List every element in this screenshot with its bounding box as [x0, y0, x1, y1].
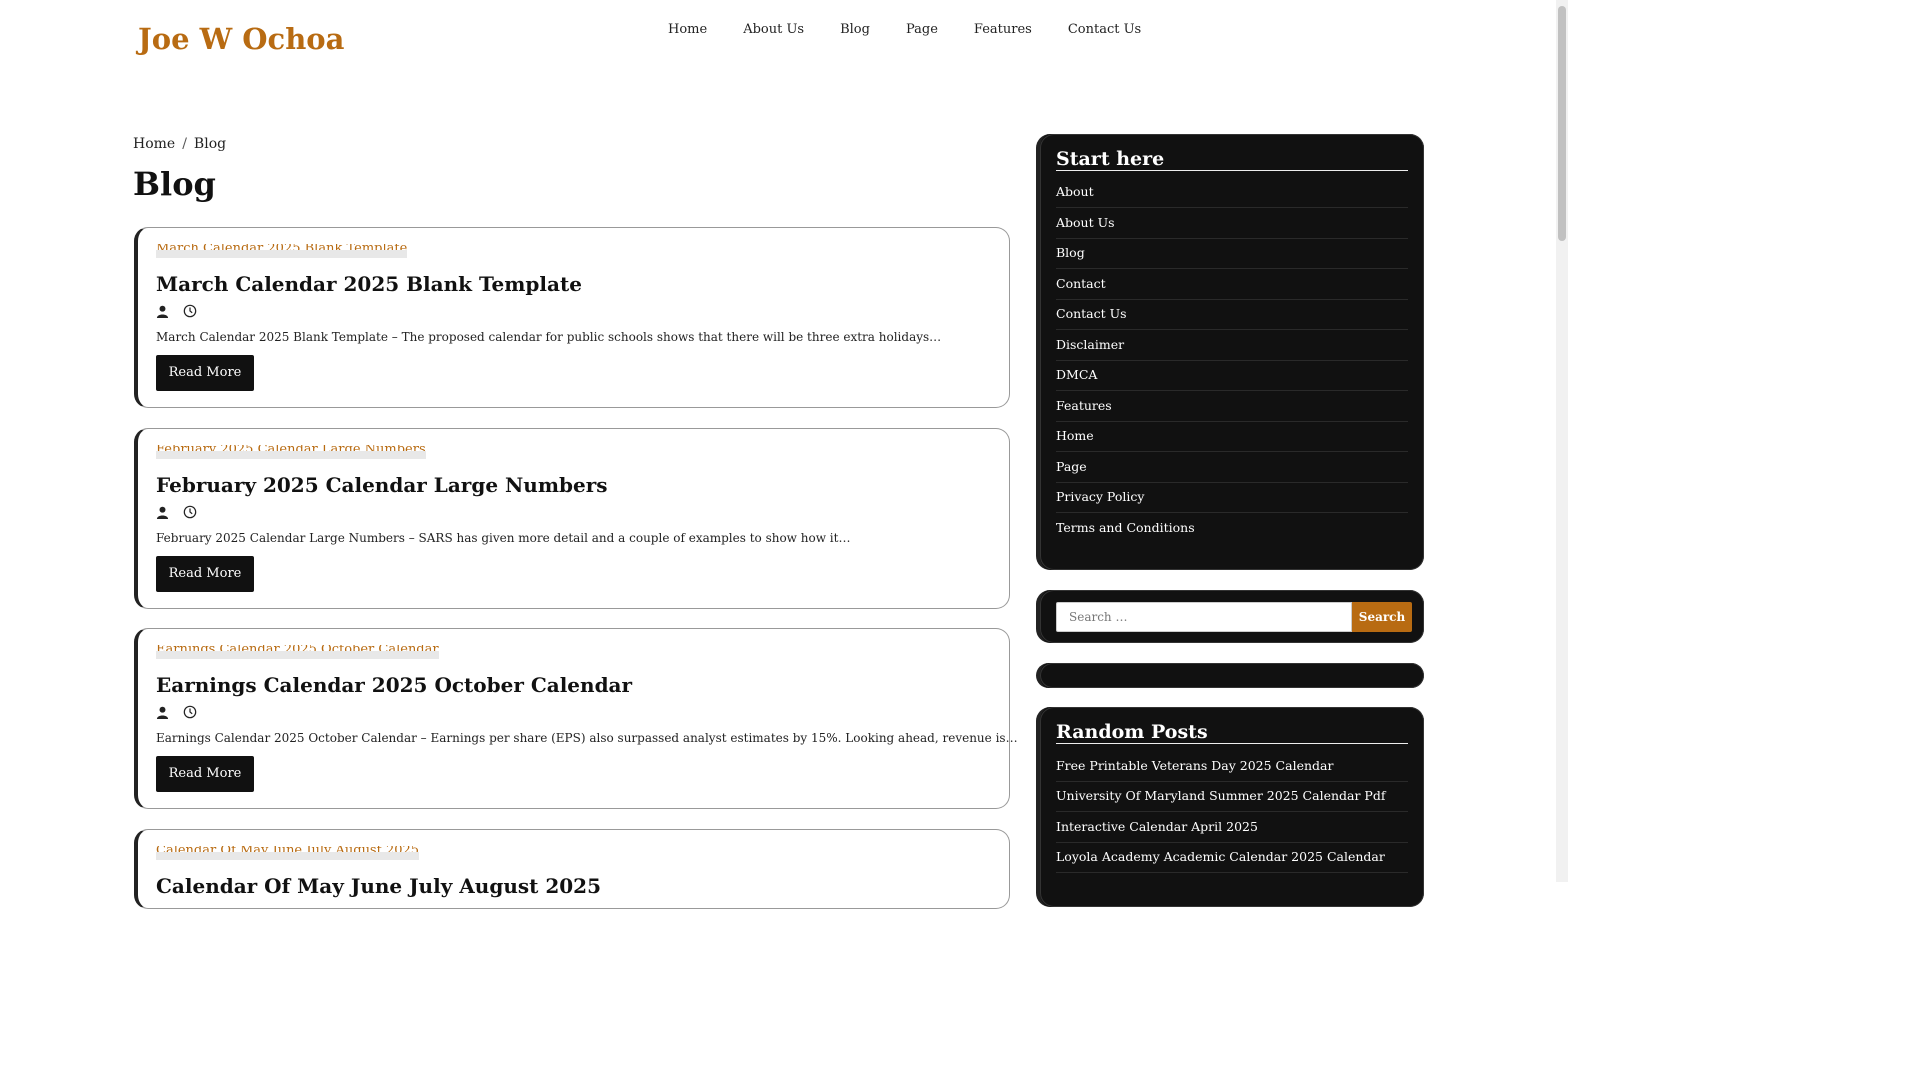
- post-card: February 2025 Calendar Large Numbers Feb…: [134, 428, 1010, 609]
- read-more-button[interactable]: Read More: [156, 556, 254, 592]
- breadcrumb-current: Blog: [193, 136, 227, 152]
- nav-page[interactable]: Page: [888, 22, 956, 37]
- post-excerpt: March Calendar 2025 Blank Template – The…: [156, 330, 942, 344]
- scrollbar-thumb[interactable]: [1558, 6, 1566, 241]
- sidebar-link-features[interactable]: Features: [1056, 398, 1408, 422]
- sidebar-link-about[interactable]: About: [1056, 184, 1408, 208]
- random-post-link[interactable]: University Of Maryland Summer 2025 Calen…: [1056, 788, 1408, 812]
- post-meta: [156, 705, 197, 719]
- main-nav: Home About Us Blog Page Features Contact…: [650, 22, 1159, 37]
- post-meta: [156, 505, 197, 519]
- sidebar-link-dmca[interactable]: DMCA: [1056, 367, 1408, 391]
- post-thumbnail[interactable]: March Calendar 2025 Blank Template: [156, 244, 408, 258]
- nav-about-us[interactable]: About Us: [725, 22, 822, 37]
- search-input[interactable]: Search …: [1056, 602, 1352, 632]
- post-card: Earnings Calendar 2025 October Calendar …: [134, 628, 1018, 809]
- post-title[interactable]: February 2025 Calendar Large Numbers: [156, 473, 608, 497]
- sidebar-link-contact[interactable]: Contact: [1056, 276, 1408, 300]
- sidebar-link-contact-us[interactable]: Contact Us: [1056, 306, 1408, 330]
- site-header: Joe W Ochoa Home About Us Blog Page Feat…: [0, 0, 1556, 80]
- sidebar-link-disclaimer[interactable]: Disclaimer: [1056, 337, 1408, 361]
- widget-title-divider: [1056, 170, 1408, 171]
- author-icon: [156, 506, 169, 519]
- widget-title: Random Posts: [1056, 721, 1208, 743]
- widget-random-posts: Random Posts Free Printable Veterans Day…: [1036, 707, 1424, 907]
- search-button[interactable]: Search: [1352, 602, 1412, 632]
- sidebar-link-page[interactable]: Page: [1056, 459, 1408, 483]
- sidebar-link-about-us[interactable]: About Us: [1056, 215, 1408, 239]
- read-more-button[interactable]: Read More: [156, 355, 254, 391]
- widget-empty: [1036, 663, 1424, 688]
- random-post-link[interactable]: Loyola Academy Academic Calendar 2025 Ca…: [1056, 849, 1408, 873]
- post-thumbnail[interactable]: February 2025 Calendar Large Numbers: [156, 445, 426, 459]
- post-card: Calendar Of May June July August 2025 Ca…: [134, 829, 1010, 909]
- widget-title-divider: [1056, 743, 1408, 744]
- breadcrumb: Home / Blog: [133, 136, 226, 152]
- sidebar-link-home[interactable]: Home: [1056, 428, 1408, 452]
- post-title[interactable]: Calendar Of May June July August 2025: [156, 874, 601, 898]
- post-title[interactable]: Earnings Calendar 2025 October Calendar: [156, 673, 632, 697]
- widget-start-here: Start here About About Us Blog Contact C…: [1036, 134, 1424, 570]
- sidebar-link-blog[interactable]: Blog: [1056, 245, 1408, 269]
- post-meta: [156, 304, 197, 318]
- clock-icon: [183, 505, 197, 519]
- post-thumbnail[interactable]: Calendar Of May June July August 2025: [156, 846, 420, 860]
- site-logo[interactable]: Joe W Ochoa: [138, 22, 344, 56]
- page-title: Blog: [133, 165, 216, 203]
- author-icon: [156, 305, 169, 318]
- nav-blog[interactable]: Blog: [822, 22, 888, 37]
- breadcrumb-home[interactable]: Home: [133, 136, 175, 152]
- nav-contact-us[interactable]: Contact Us: [1050, 22, 1159, 37]
- sidebar-link-privacy-policy[interactable]: Privacy Policy: [1056, 489, 1408, 513]
- random-post-link[interactable]: Free Printable Veterans Day 2025 Calenda…: [1056, 758, 1408, 782]
- page-scrollbar[interactable]: [1556, 0, 1568, 882]
- clock-icon: [183, 705, 197, 719]
- widget-title: Start here: [1056, 148, 1165, 170]
- nav-home[interactable]: Home: [650, 22, 725, 37]
- post-excerpt: February 2025 Calendar Large Numbers – S…: [156, 531, 851, 545]
- post-excerpt: Earnings Calendar 2025 October Calendar …: [156, 731, 1018, 745]
- post-card: March Calendar 2025 Blank Template March…: [134, 227, 1010, 408]
- nav-features[interactable]: Features: [956, 22, 1050, 37]
- post-thumbnail[interactable]: Earnings Calendar 2025 October Calendar: [156, 645, 439, 659]
- breadcrumb-separator: /: [182, 136, 187, 152]
- widget-search: Search … Search: [1036, 590, 1424, 643]
- random-post-link[interactable]: Interactive Calendar April 2025: [1056, 819, 1408, 843]
- clock-icon: [183, 304, 197, 318]
- author-icon: [156, 706, 169, 719]
- post-title[interactable]: March Calendar 2025 Blank Template: [156, 272, 582, 296]
- read-more-button[interactable]: Read More: [156, 756, 254, 792]
- sidebar-link-terms[interactable]: Terms and Conditions: [1056, 520, 1408, 543]
